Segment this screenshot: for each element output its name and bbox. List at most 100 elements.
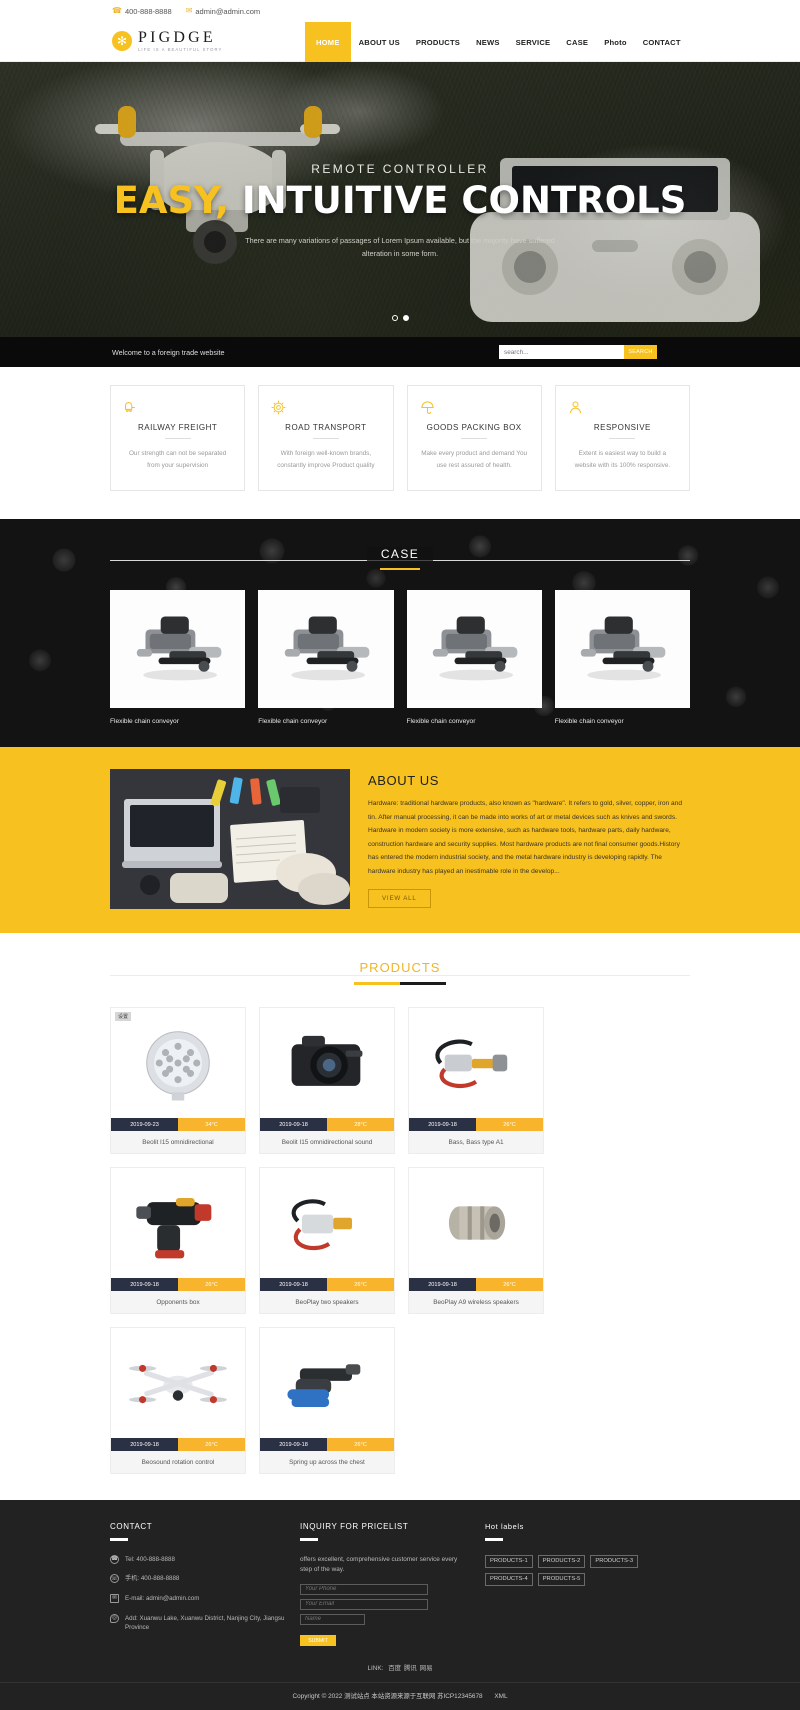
feature-card[interactable]: ROAD TRANSPORT With foreign well-known br… <box>258 385 394 491</box>
product-image[interactable] <box>111 1328 245 1439</box>
nav-item-about-us[interactable]: ABOUT US <box>351 22 408 62</box>
product-name: Bass, Bass type A1 <box>409 1131 543 1154</box>
product-card[interactable]: 2019-09-18 26°C Beosound rotation control <box>110 1327 246 1475</box>
search-button[interactable]: SEARCH <box>624 345 657 359</box>
footer-links-row: LINK: 百度 腾讯 网易 <box>0 1647 800 1682</box>
feature-card[interactable]: RESPONSIVE Extent is easiest way to build… <box>554 385 690 491</box>
nav-item-contact[interactable]: CONTACT <box>635 22 689 62</box>
nav-item-photo[interactable]: Photo <box>596 22 635 62</box>
site-header: ✻ PIGDGE LIFE IS A BEAUTIFUL STORY HOME A… <box>0 22 800 62</box>
product-image[interactable] <box>111 1168 245 1279</box>
product-card[interactable]: 2019-09-18 26°C BeoPlay two speakers <box>259 1167 395 1315</box>
product-meta: 2019-09-18 26°C <box>111 1278 245 1292</box>
hero-subtitle: REMOTE CONTROLLER <box>311 162 489 176</box>
feature-description: Make every product and demand You use re… <box>421 450 528 469</box>
copyright-text: Copyright © 2022 测试站点 本站资源来源于互联网 苏ICP123… <box>292 1692 483 1700</box>
hot-label-chip[interactable]: PRODUCTS-3 <box>590 1554 639 1568</box>
features-section: RAILWAY FREIGHT Our strength can not be s… <box>0 367 800 519</box>
hot-label-chip[interactable]: PRODUCTS-5 <box>537 1572 586 1586</box>
inquiry-your-email-input[interactable] <box>300 1598 428 1610</box>
contact-text: Add: Xuanwu Lake, Xuanwu District, Nanji… <box>125 1614 285 1632</box>
product-name: BeoPlay A9 wireless speakers <box>409 1291 543 1314</box>
product-card[interactable]: 2019-09-18 28°C Beolit I15 omnidirectional… <box>259 1007 395 1155</box>
search-input[interactable] <box>499 345 624 359</box>
feature-card[interactable]: GOODS PACKING BOX Make every product and … <box>406 385 542 491</box>
contact-item: ◎ Add: Xuanwu Lake, Xuanwu District, Nanj… <box>110 1613 300 1633</box>
case-image[interactable] <box>554 590 690 709</box>
feature-divider <box>164 438 191 439</box>
main-nav: HOME ABOUT US PRODUCTS NEWS SERVICE CASE Photo… <box>305 22 689 62</box>
hot-label-chip[interactable]: PRODUCTS-1 <box>485 1554 533 1568</box>
footer-link[interactable]: 腾讯 <box>404 1665 417 1672</box>
case-card[interactable]: Flexible chain conveyor <box>554 590 690 726</box>
product-card[interactable]: 2019-09-18 26°C Spring up across the chest <box>259 1327 395 1475</box>
view-all-button[interactable]: VIEW ALL <box>368 889 431 909</box>
feature-description: Extent is easiest way to build a website… <box>574 450 671 469</box>
mail-icon: ✉ <box>110 1593 119 1603</box>
about-title: ABOUT US <box>368 773 440 789</box>
location-pin-icon: ◎ <box>110 1613 119 1623</box>
product-card[interactable]: 2019-09-18 26°C Bass, Bass type A1 <box>408 1007 544 1155</box>
footer-link[interactable]: 网易 <box>420 1665 433 1672</box>
product-image[interactable] <box>409 1168 543 1279</box>
nav-item-service[interactable]: SERVICE <box>508 22 559 62</box>
case-card[interactable]: Flexible chain conveyor <box>110 590 246 725</box>
nav-item-products[interactable]: PRODUCTS <box>408 22 468 62</box>
hero-dot-2[interactable] <box>402 315 409 321</box>
whatsapp-icon: ☏ <box>110 1574 119 1584</box>
product-card[interactable]: 2019-09-18 26°C BeoPlay A9 wireless speake… <box>408 1167 544 1315</box>
product-image[interactable] <box>260 1168 394 1279</box>
contact-item: ☎ Tel: 400-888-8888 <box>110 1554 300 1565</box>
footer-inquiry-desc: offers excellent, comprehensive customer… <box>300 1555 458 1574</box>
case-card[interactable]: Flexible chain conveyor <box>406 590 542 725</box>
footer-link[interactable]: 百度 <box>388 1665 401 1672</box>
nav-item-case[interactable]: CASE <box>558 22 596 62</box>
topbar-email[interactable]: ✉ admin@admin.com <box>186 7 260 16</box>
inquiry-your-phone-input[interactable] <box>300 1583 428 1595</box>
feature-card[interactable]: RAILWAY FREIGHT Our strength can not be s… <box>110 385 246 491</box>
footer-copyright-bar: Copyright © 2022 测试站点 本站资源来源于互联网 苏ICP123… <box>0 1681 800 1710</box>
conveyor-product-photo <box>112 595 243 704</box>
product-temperature: 34°C <box>178 1118 245 1132</box>
product-date: 2019-09-18 <box>260 1278 327 1292</box>
case-caption: Flexible chain conveyor <box>554 718 624 726</box>
product-date: 2019-09-18 <box>111 1438 178 1452</box>
brand-name: PIGDGE <box>138 29 216 47</box>
submit-button[interactable]: SUBMIT <box>300 1635 336 1647</box>
product-name: Beolit I15 omnidirectional <box>111 1131 245 1154</box>
footer-links-list: 百度 腾讯 网易 <box>385 1665 432 1672</box>
case-title-underline <box>380 567 420 571</box>
product-card[interactable]: 设置 2019-09-23 34°C Beolit I15 omnidirection… <box>110 1007 246 1155</box>
case-image[interactable] <box>258 590 394 709</box>
product-name: Opponents box <box>111 1291 245 1314</box>
footer-contact-underline <box>110 1538 128 1541</box>
products-section-title: PRODUCTS <box>345 960 455 976</box>
product-image[interactable] <box>260 1328 394 1439</box>
case-image[interactable] <box>110 590 246 709</box>
hot-label-chip[interactable]: PRODUCTS-4 <box>485 1572 533 1586</box>
product-meta: 2019-09-18 26°C <box>111 1438 245 1452</box>
hero-slider-dots <box>0 315 800 321</box>
product-image[interactable] <box>260 1008 394 1119</box>
nav-item-home[interactable]: HOME <box>305 22 351 62</box>
case-card[interactable]: Flexible chain conveyor <box>258 590 394 725</box>
topbar-phone[interactable]: ☎ 400-888-8888 <box>112 7 172 16</box>
case-image[interactable] <box>406 590 542 709</box>
phone-icon: ☎ <box>110 1554 119 1564</box>
hero-dot-1[interactable] <box>391 315 398 321</box>
hot-label-chip[interactable]: PRODUCTS-2 <box>537 1554 586 1568</box>
footer-contact-column: CONTACT ☎ Tel: 400-888-8888 ☏ 手机: 400-888-8… <box>110 1522 300 1647</box>
feature-divider <box>609 438 636 439</box>
logo[interactable]: ✻ PIGDGE LIFE IS A BEAUTIFUL STORY <box>0 30 222 52</box>
product-card[interactable]: 2019-09-18 26°C Opponents box <box>110 1167 246 1315</box>
contact-item: ☏ 手机: 400-888-8888 <box>110 1574 300 1584</box>
product-temperature: 28°C <box>327 1118 394 1132</box>
product-image[interactable] <box>409 1008 543 1119</box>
product-image[interactable]: 设置 <box>111 1008 245 1119</box>
case-row: Flexible chain conveyor Flexible chain co… <box>110 590 690 725</box>
about-description: Hardware: traditional hardware products,… <box>368 800 683 875</box>
xml-link[interactable]: XML <box>494 1693 507 1700</box>
nav-item-news[interactable]: NEWS <box>468 22 508 62</box>
inquiry-name-input[interactable] <box>300 1613 365 1625</box>
product-temperature: 26°C <box>327 1438 394 1452</box>
